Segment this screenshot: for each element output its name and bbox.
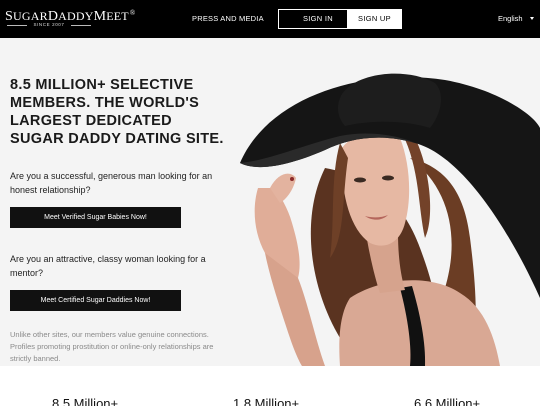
language-selector[interactable]: English [498,14,523,23]
hero-headline: 8.5 MILLION+ SELECTIVE MEMBERS. THE WORL… [10,77,224,147]
question-for-men: Are you a successful, generous man looki… [10,171,213,195]
stat-sugar-daddies: 1.8 Million+ [233,396,300,406]
sign-in-button[interactable]: SIGN IN [278,9,358,29]
hero-woman-in-hat-image [240,73,540,366]
stat-total-members: 8.5 Million+ [52,396,119,406]
member-stats-section: 8.5 Million+ 1.8 Million+ 6.6 Million+ [0,366,540,406]
meet-sugar-babies-button[interactable]: Meet Verified Sugar Babies Now! [10,207,181,228]
meet-sugar-daddies-button[interactable]: Meet Certified Sugar Daddies Now! [10,290,181,311]
site-logo[interactable]: SUGARDADDYMEET® SINCE 2007 [5,6,135,32]
stat-sugar-babies: 6.6 Million+ [414,396,481,406]
sign-up-button[interactable]: SIGN UP [347,9,402,29]
hero-section: 8.5 MILLION+ SELECTIVE MEMBERS. THE WORL… [0,38,540,366]
policy-note: Unlike other sites, our members value ge… [10,330,214,363]
press-and-media-link[interactable]: PRESS AND MEDIA [192,14,264,23]
logo-since-tagline: SINCE 2007 [5,22,93,27]
question-for-women: Are you an attractive, classy woman look… [10,254,206,278]
top-navigation-bar: SUGARDADDYMEET® SINCE 2007 PRESS AND MED… [0,0,540,38]
chevron-down-icon[interactable] [530,17,534,20]
